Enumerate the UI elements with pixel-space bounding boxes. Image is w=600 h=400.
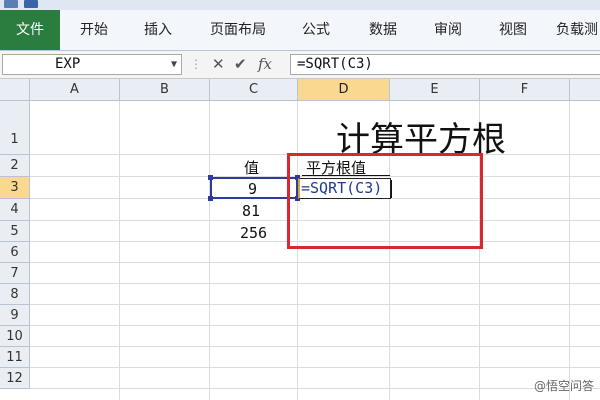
quick-access-toolbar [0,0,600,10]
formula-bar-buttons: ⋮ ✕ ✔ fx [188,54,288,75]
name-box-value: EXP [55,56,81,72]
gridline [30,367,600,368]
select-all-corner[interactable] [0,79,30,101]
selection-handle[interactable] [208,175,213,180]
resize-handle-icon[interactable]: ⋮ [190,54,202,75]
tab-review[interactable]: 审阅 [425,10,471,50]
enter-icon[interactable]: ✔ [234,54,247,75]
row-header-11[interactable]: 11 [0,347,30,368]
tab-data[interactable]: 数据 [360,10,406,50]
tab-page-layout[interactable]: 页面布局 [200,10,276,50]
row-header-4[interactable]: 4 [0,199,30,221]
column-header-a[interactable]: A [30,79,120,101]
formula-input[interactable]: =SQRT(C3) [290,54,600,75]
cell-c2[interactable]: 值 [244,157,259,178]
gridline [297,101,298,400]
column-header-b[interactable]: B [120,79,210,101]
row-header-5[interactable]: 5 [0,221,30,242]
ribbon-tab-bar: 文件 开始 插入 页面布局 公式 数据 审阅 视图 负载测 [0,10,600,51]
row-header-10[interactable]: 10 [0,326,30,347]
row-header-12[interactable]: 12 [0,368,30,389]
tab-file[interactable]: 文件 [0,10,60,50]
column-header-g[interactable] [570,79,600,101]
tab-insert[interactable]: 插入 [135,10,181,50]
row-header-9[interactable]: 9 [0,305,30,326]
gridline [30,346,600,347]
save-icon[interactable] [24,0,38,8]
gridline [30,304,600,305]
name-box[interactable]: EXP ▼ [2,54,182,75]
gridline [30,283,600,284]
row-header-7[interactable]: 7 [0,263,30,284]
cell-c5[interactable]: 256 [240,224,267,242]
tab-load-test[interactable]: 负载测 [556,10,600,50]
chevron-down-icon[interactable]: ▼ [171,55,177,74]
row-header-6[interactable]: 6 [0,242,30,263]
worksheet-grid: A B C D E F 1 2 3 4 5 6 7 8 9 10 11 12 计… [0,79,600,400]
column-header-f[interactable]: F [480,79,570,101]
excel-app-icon [4,0,18,8]
cell-c4[interactable]: 81 [242,202,260,220]
row-header-2[interactable]: 2 [0,155,30,177]
highlight-annotation-box [287,153,483,249]
gridline [30,262,600,263]
tab-view[interactable]: 视图 [490,10,536,50]
tab-home[interactable]: 开始 [72,10,116,50]
watermark: @悟空问答 [533,379,594,393]
insert-function-icon[interactable]: fx [258,54,272,75]
column-header-c[interactable]: C [210,79,298,101]
formula-bar: EXP ▼ ⋮ ✕ ✔ fx =SQRT(C3) [0,51,600,79]
gridline [209,101,210,400]
gridline [569,101,570,400]
row-header-8[interactable]: 8 [0,284,30,305]
row-header-3[interactable]: 3 [0,177,30,199]
column-header-d[interactable]: D [298,79,390,101]
cancel-icon[interactable]: ✕ [212,54,225,75]
row-header-1[interactable]: 1 [0,101,30,155]
tab-formulas[interactable]: 公式 [293,10,339,50]
gridline [30,325,600,326]
gridline [30,388,600,389]
selection-handle[interactable] [208,196,213,201]
cell-c3[interactable]: 9 [248,180,257,198]
gridline [119,101,120,400]
column-header-e[interactable]: E [390,79,480,101]
